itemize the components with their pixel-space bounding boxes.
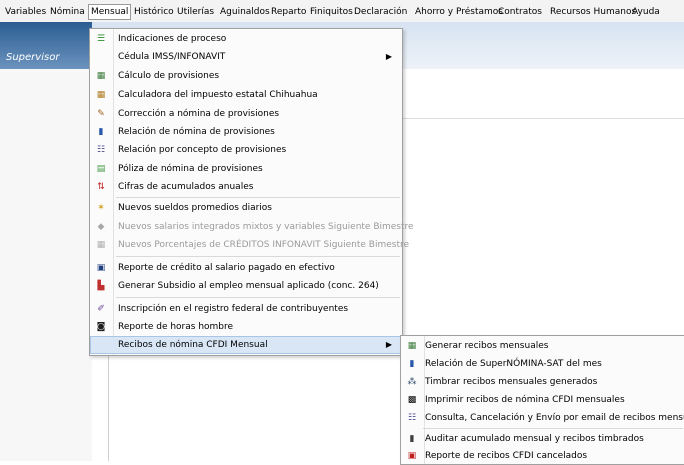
- menu-ahorro-prestamos[interactable]: Ahorro y Préstamos: [414, 5, 504, 19]
- menu-item-cifras-acumulados[interactable]: ⇅ Cifras de acumulados anuales: [90, 178, 402, 196]
- ledger-icon: ▤: [96, 164, 106, 174]
- menu-item-horas-hombre[interactable]: ◙ Reporte de horas hombre: [90, 318, 402, 336]
- menu-item-calculo-provisiones[interactable]: ▦ Cálculo de provisiones: [90, 67, 402, 85]
- menu-item-porcentajes-infonavit: ▦ Nuevos Porcentajes de CRÉDITOS INFONAV…: [96, 240, 410, 250]
- list-icon: ☷: [407, 413, 417, 423]
- shield-icon: ◆: [97, 222, 105, 232]
- menu-ayuda[interactable]: Ayuda: [631, 5, 661, 19]
- qr-icon: ▩: [407, 395, 417, 405]
- menu-separator: [116, 297, 400, 298]
- cfdi-cancel-icon: ▣: [407, 451, 417, 461]
- sat-icon: ⁂: [407, 377, 417, 387]
- menu-finiquitos[interactable]: Finiquitos: [309, 5, 354, 19]
- calculator-icon: ▦: [96, 71, 106, 81]
- register-icon: ✐: [97, 304, 105, 314]
- menu-utilerias[interactable]: Utilerías: [176, 5, 215, 19]
- menu-contratos[interactable]: Contratos: [497, 5, 543, 19]
- menu-item-reporte-cancelados[interactable]: ▣ Reporte de recibos CFDI cancelados: [401, 447, 684, 465]
- menu-item-correccion-nomina[interactable]: ✎ Corrección a nómina de provisiones: [90, 105, 402, 123]
- menu-item-generar-recibos[interactable]: ▦ Generar recibos mensuales: [401, 337, 684, 355]
- menu-mensual[interactable]: Mensual: [88, 4, 132, 20]
- menu-item-recibos-cfdi-mensual[interactable]: Recibos de nómina CFDI Mensual ▶: [90, 336, 402, 354]
- menu-item-inscripcion-rfc[interactable]: ✐ Inscripción en el registro federal de …: [90, 300, 402, 318]
- menu-item-poliza-nomina[interactable]: ▤ Póliza de nómina de provisiones: [90, 160, 402, 178]
- menu-item-nuevos-sueldos[interactable]: ✶ Nuevos sueldos promedios diarios: [90, 199, 402, 217]
- menu-item-subsidio-empleo[interactable]: ▙ Generar Subsidio al empleo mensual apl…: [90, 277, 402, 295]
- menu-nomina[interactable]: Nómina: [49, 5, 86, 19]
- submenu-arrow-icon: ▶: [385, 340, 392, 349]
- menu-item-indicaciones-proceso[interactable]: ☰ Indicaciones de proceso: [90, 30, 402, 48]
- menu-reparto[interactable]: Reparto: [270, 5, 307, 19]
- left-pane: [0, 69, 92, 461]
- submenu-arrow-icon: ▶: [385, 52, 392, 61]
- menu-item-relacion-concepto[interactable]: ☷ Relación por concepto de provisiones: [90, 141, 402, 159]
- menu-item-relacion-nomina[interactable]: ▮ Relación de nómina de provisiones: [90, 123, 402, 141]
- menu-declaracion[interactable]: Declaración: [353, 5, 408, 19]
- menu-item-salarios-integrados: ◆ Nuevos salarios integrados mixtos y va…: [90, 218, 414, 236]
- user-label: Supervisor: [6, 52, 60, 63]
- cfdi-submenu: ▦ Generar recibos mensuales ▮ Relación d…: [400, 335, 684, 465]
- menu-separator: [116, 197, 400, 198]
- subsidy-icon: ▙: [97, 281, 105, 291]
- menu-aguinaldos[interactable]: Aguinaldos: [219, 5, 271, 19]
- menu-variables[interactable]: Variables: [4, 5, 47, 19]
- menu-item-cedula-imss[interactable]: Cédula IMSS/INFONAVIT ▶: [90, 48, 402, 66]
- menu-item-timbrar-recibos[interactable]: ⁂ Timbrar recibos mensuales generados: [401, 373, 684, 391]
- calculator-icon: ▦: [407, 341, 417, 351]
- report-icon: ▣: [96, 263, 106, 273]
- mensual-dropdown: ☰ Indicaciones de proceso Cédula IMSS/IN…: [89, 28, 414, 356]
- menu-item-calculadora-chihuahua[interactable]: ▦ Calculadora del impuesto estatal Chihu…: [90, 86, 402, 104]
- menu-item-imprimir-recibos[interactable]: ▩ Imprimir recibos de nómina CFDI mensua…: [401, 391, 684, 409]
- spark-icon: ✶: [97, 203, 105, 213]
- menu-item-relacion-supernomina[interactable]: ▮ Relación de SuperNÓMINA-SAT del mes: [401, 355, 684, 373]
- menu-recursos-humanos[interactable]: Recursos Humanos: [549, 5, 637, 19]
- menu-item-credito-salario[interactable]: ▣ Reporte de crédito al salario pagado e…: [90, 259, 402, 277]
- calculator-icon: ▦: [96, 90, 106, 100]
- menu-historico[interactable]: Histórico: [133, 5, 175, 19]
- grid-icon: ▦: [96, 240, 106, 250]
- audit-icon: ▮: [409, 434, 415, 444]
- clock-report-icon: ◙: [96, 322, 106, 332]
- edit-sheet-icon: ✎: [97, 109, 105, 119]
- list-icon: ☷: [96, 145, 106, 155]
- user-header: Supervisor: [0, 22, 92, 69]
- menu-item-consulta-cancelacion[interactable]: ☷ Consulta, Cancelación y Envío por emai…: [401, 409, 684, 427]
- bar-chart-icon: ▮: [98, 127, 104, 137]
- menu-separator: [116, 256, 400, 257]
- list-green-icon: ☰: [96, 34, 106, 44]
- arrows-icon: ⇅: [97, 182, 105, 192]
- menu-item-auditar-acumulado[interactable]: ▮ Auditar acumulado mensual y recibos ti…: [401, 430, 684, 448]
- bar-chart-icon: ▮: [409, 359, 415, 369]
- menu-separator: [423, 428, 683, 429]
- menu-bar: Variables Nómina Mensual Histórico Utile…: [0, 0, 684, 23]
